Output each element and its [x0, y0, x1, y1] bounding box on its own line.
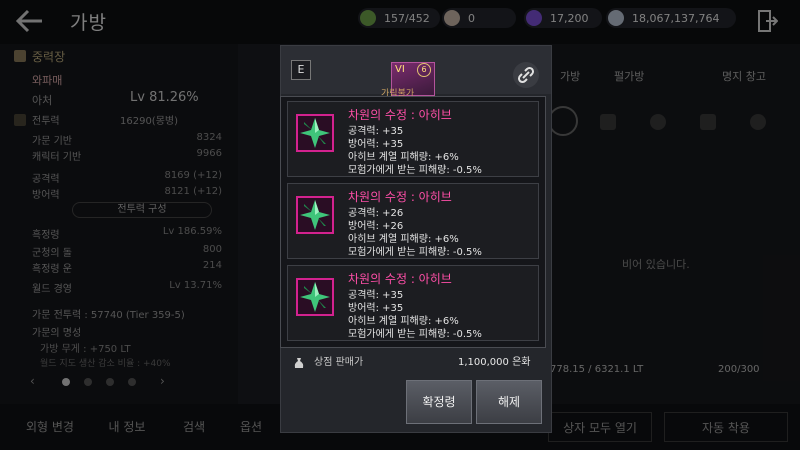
gem-list: 차원의 수정 : 아히브 공격력: +35 방어력: +35 아히브 계열 피해…: [280, 96, 546, 348]
release-button[interactable]: 해제: [476, 380, 542, 424]
item-tier: VI: [395, 64, 405, 75]
green-crystal-icon: [296, 114, 334, 152]
green-crystal-icon: [296, 196, 334, 234]
gem-stat: 모험가에게 받는 피해량: -0.5%: [348, 247, 482, 258]
shop-price-label: 상점 판매가: [314, 357, 364, 368]
green-crystal-icon: [296, 278, 334, 316]
gem-card[interactable]: 차원의 수정 : 아히브 공격력: +35 방어력: +35 아히브 계열 피해…: [287, 265, 539, 341]
gem-stat: 모험가에게 받는 피해량: -0.5%: [348, 329, 482, 340]
gem-name: 차원의 수정 : 아히브: [348, 272, 452, 286]
gem-name: 차원의 수정 : 아히브: [348, 108, 452, 122]
shop-price-row: 상점 판매가 1,100,000 은화: [280, 348, 546, 372]
gem-stat: 모험가에게 받는 피해량: -0.5%: [348, 165, 482, 176]
money-bag-icon: [294, 354, 304, 368]
link-icon[interactable]: [513, 62, 539, 88]
shop-price-value: 1,100,000 은화: [458, 357, 531, 368]
gem-card[interactable]: 차원의 수정 : 아히브 공격력: +35 방어력: +35 아히브 계열 피해…: [287, 101, 539, 177]
gem-card[interactable]: 차원의 수정 : 아히브 공격력: +26 방어력: +26 아히브 계열 피해…: [287, 183, 539, 259]
equipped-badge: E: [291, 60, 311, 80]
item-level-badge: 6: [417, 63, 431, 77]
confirm-button[interactable]: 확정령: [406, 380, 472, 424]
gem-name: 차원의 수정 : 아히브: [348, 190, 452, 204]
